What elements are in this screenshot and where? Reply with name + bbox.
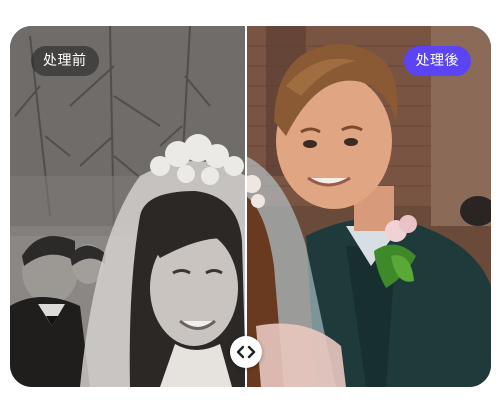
before-after-comparison[interactable]: 处理前 处理後: [10, 26, 491, 387]
before-image: [10, 26, 246, 387]
after-label-badge: 处理後: [403, 46, 471, 76]
before-label-badge: 处理前: [31, 46, 99, 76]
compare-divider-line[interactable]: [245, 26, 247, 387]
compare-slider-handle[interactable]: [230, 336, 262, 368]
after-image: [246, 26, 491, 387]
left-right-arrows-icon: [236, 345, 256, 359]
